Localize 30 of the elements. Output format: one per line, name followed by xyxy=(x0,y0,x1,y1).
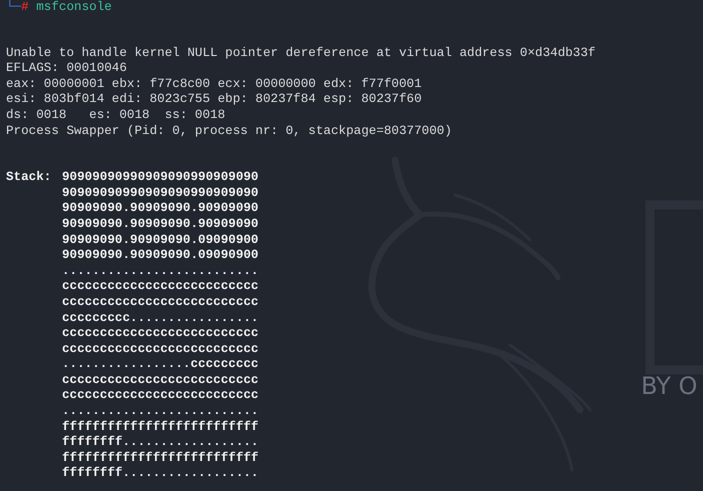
stack-row: ccccccccc................. xyxy=(62,310,258,326)
stack-row: .......................... xyxy=(62,404,258,420)
stack-row: cccccccccccccccccccccccccc xyxy=(62,372,258,388)
stack-row: cccccccccccccccccccccccccc xyxy=(62,279,258,295)
prompt-symbol: # xyxy=(21,0,29,16)
stack-row: 90909090.90909090.90909090 xyxy=(62,201,258,217)
output-line: Unable to handle kernel NULL pointer dereference at virtual address 0×d34db33f xyxy=(6,46,596,62)
stack-row: 90909090.90909090.09090900 xyxy=(62,248,258,264)
stack-row: 90909090.90909090.09090900 xyxy=(62,232,258,248)
output-line: ds: 0018 es: 0018 ss: 0018 xyxy=(6,108,226,124)
stack-row: cccccccccccccccccccccccccc xyxy=(62,326,258,342)
stack-row: .......................... xyxy=(62,264,258,280)
command-text: msfconsole xyxy=(36,0,112,16)
stack-row: 90909090990909090990909090 xyxy=(62,186,258,202)
stack-row: ffffffffffffffffffffffffff xyxy=(62,420,258,436)
stack-row: cccccccccccccccccccccccccc xyxy=(62,342,258,358)
output-line: esi: 803bf014 edi: 8023c755 ebp: 80237f84 esp: 80237f60 xyxy=(6,92,423,108)
stack-label: Stack: xyxy=(6,170,52,186)
output-line: eax: 00000001 ebx: f77c8c00 ecx: 00000000 edx: f77f0001 xyxy=(6,76,423,92)
stack-row: ffffffff.................. xyxy=(62,435,258,451)
output-line: EFLAGS: 00010046 xyxy=(6,61,128,77)
stack-row: ffffffff.................. xyxy=(62,466,258,482)
stack-row: .................ccccccccc xyxy=(62,357,258,373)
stack-row: 90909090990909090990909090 xyxy=(62,170,258,186)
logo-text: BY O xyxy=(641,372,698,400)
output-line: Process Swapper (Pid: 0, process nr: 0, stackpage=80377000) xyxy=(6,124,453,140)
stack-row: cccccccccccccccccccccccccc xyxy=(62,294,258,310)
stack-row: ffffffffffffffffffffffffff xyxy=(62,450,258,466)
stack-row: cccccccccccccccccccccccccc xyxy=(62,388,258,404)
stack-row: 90909090.90909090.90909090 xyxy=(62,216,258,233)
